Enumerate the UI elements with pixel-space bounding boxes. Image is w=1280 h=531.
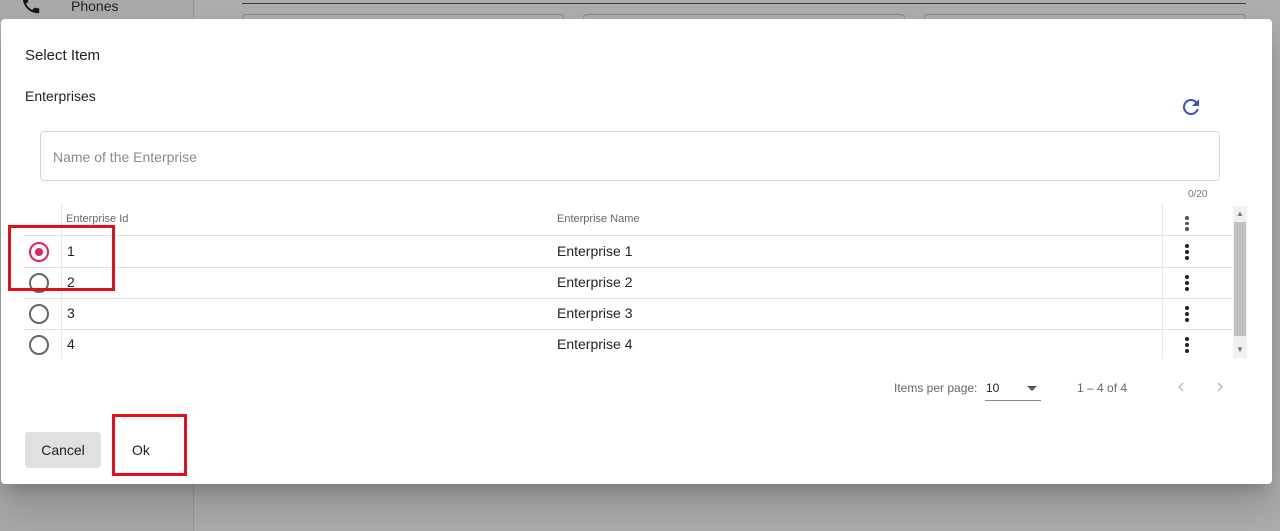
cell-enterprise-name: Enterprise 3 (557, 305, 633, 321)
dropdown-arrow-icon (1027, 386, 1037, 391)
table-row[interactable]: 4 Enterprise 4 (24, 329, 1232, 359)
more-vert-icon[interactable] (1179, 244, 1195, 262)
char-counter: 0/20 (1188, 189, 1208, 200)
cell-enterprise-id: 4 (67, 336, 75, 352)
more-vert-icon[interactable] (1179, 216, 1195, 234)
row-radio[interactable] (29, 304, 49, 324)
section-title: Enterprises (25, 88, 96, 104)
cell-enterprise-name: Enterprise 1 (557, 243, 633, 259)
chevron-right-icon[interactable] (1211, 378, 1229, 396)
cell-enterprise-id: 3 (67, 305, 75, 321)
column-header-enterprise-name[interactable]: Enterprise Name (557, 213, 640, 225)
scroll-down-arrow-icon[interactable]: ▼ (1236, 345, 1244, 354)
more-vert-icon[interactable] (1179, 306, 1195, 324)
cell-enterprise-name: Enterprise 4 (557, 336, 633, 352)
enterprise-search-field[interactable] (40, 131, 1220, 181)
cancel-button[interactable]: Cancel (25, 432, 101, 468)
more-vert-icon[interactable] (1179, 337, 1195, 355)
refresh-icon[interactable] (1179, 95, 1203, 119)
chevron-left-icon[interactable] (1172, 378, 1190, 396)
table-header: Enterprise Id Enterprise Name (24, 203, 1232, 236)
ok-button[interactable]: Ok (119, 432, 163, 468)
column-header-enterprise-id[interactable]: Enterprise Id (66, 213, 128, 225)
table-row[interactable]: 3 Enterprise 3 (24, 298, 1232, 330)
enterprise-table: Enterprise Id Enterprise Name 1 Enterpri… (24, 203, 1247, 359)
dialog-title: Select Item (25, 47, 101, 64)
cell-enterprise-name: Enterprise 2 (557, 274, 633, 290)
column-divider (61, 203, 62, 359)
cell-enterprise-id: 1 (67, 243, 75, 259)
table-row[interactable]: 2 Enterprise 2 (24, 267, 1232, 299)
row-radio[interactable] (29, 335, 49, 355)
more-vert-icon[interactable] (1179, 275, 1195, 293)
cell-enterprise-id: 2 (67, 274, 75, 290)
items-per-page-label: Items per page: (894, 381, 978, 395)
column-divider (1162, 203, 1163, 359)
page-size-value: 10 (986, 381, 1000, 395)
table-row[interactable]: 1 Enterprise 1 (24, 236, 1232, 268)
scrollbar-thumb[interactable] (1234, 222, 1246, 336)
enterprise-search-input[interactable] (51, 148, 1195, 166)
row-radio-selected[interactable] (29, 242, 49, 262)
scroll-up-arrow-icon[interactable]: ▲ (1236, 209, 1244, 218)
page-size-select[interactable]: 10 (985, 374, 1041, 401)
page-range-label: 1 – 4 of 4 (1077, 381, 1128, 395)
select-item-dialog: Select Item Enterprises 0/20 Enterprise … (1, 19, 1272, 484)
row-radio[interactable] (29, 273, 49, 293)
